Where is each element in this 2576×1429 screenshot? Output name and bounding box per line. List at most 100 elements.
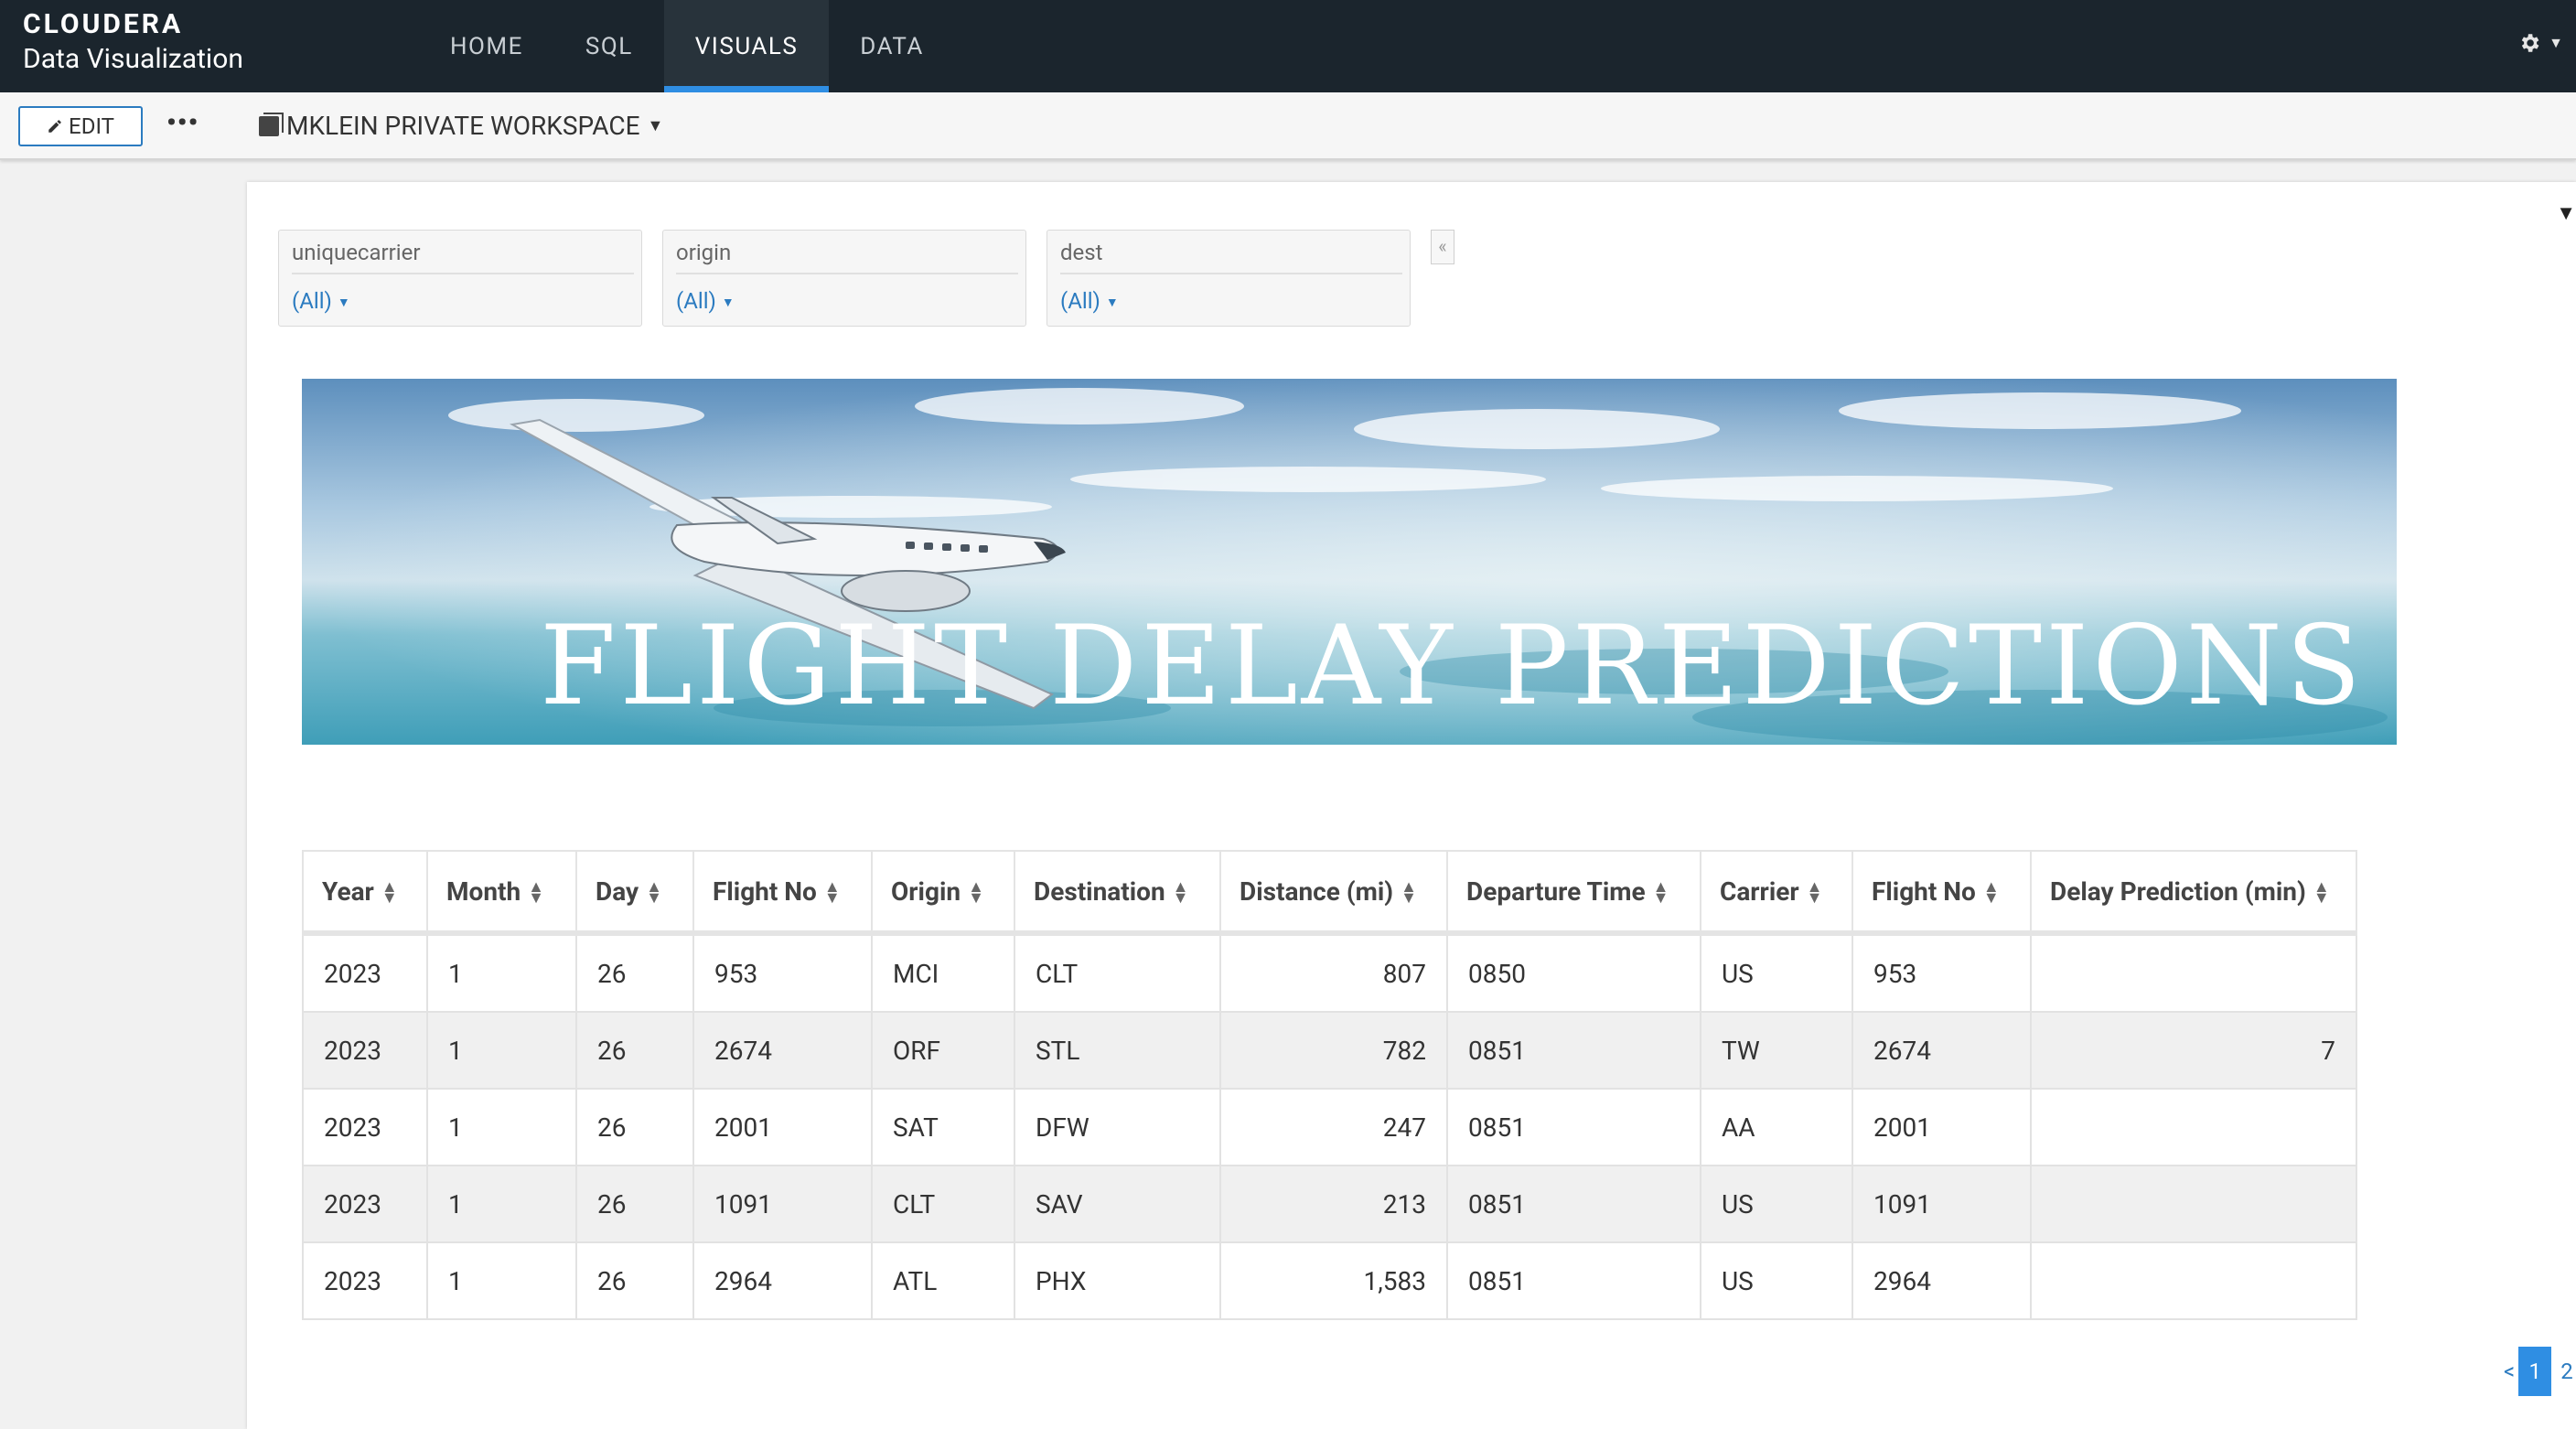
cell-departure-time: 0851 <box>1446 1165 1701 1243</box>
column-header-delay-prediction[interactable]: Delay Prediction (min) ▲ ▼ <box>2030 850 2357 936</box>
workspace-label: MKLEIN PRIVATE WORKSPACE <box>286 111 640 141</box>
column-header-origin[interactable]: Origin ▲ ▼ <box>871 850 1015 936</box>
cell-delay-prediction <box>2030 932 2357 1013</box>
nav-visuals[interactable]: VISUALS <box>663 0 830 92</box>
sort-icon: ▲ ▼ <box>1806 876 1823 908</box>
pagination-page-1[interactable]: 1 <box>2518 1347 2552 1396</box>
nav-sql[interactable]: SQL <box>554 0 664 92</box>
cell-departure-time: 0851 <box>1446 1011 1701 1090</box>
caret-down-icon: ▼ <box>721 295 735 311</box>
cell-month: 1 <box>426 1241 577 1320</box>
cell-year: 2023 <box>302 932 428 1013</box>
cell-flight-no-2: 2674 <box>1852 1011 2032 1090</box>
filter-label: dest <box>1060 240 1402 274</box>
sort-icon: ▲ ▼ <box>2313 876 2330 908</box>
dashboard-canvas: uniquecarrier (All) ▼ origin (All) ▼ dest … <box>247 182 2576 1429</box>
table-row: 2023 1 26 1091 CLT SAV 213 0851 US 1091 <box>302 1165 2357 1243</box>
column-header-departure-time[interactable]: Departure Time ▲ ▼ <box>1446 850 1701 936</box>
cell-flight-no: 1091 <box>692 1165 873 1243</box>
column-header-flight-no-2[interactable]: Flight No ▲ ▼ <box>1852 850 2032 936</box>
cell-year: 2023 <box>302 1088 428 1166</box>
table-row: 2023 1 26 2001 SAT DFW 247 0851 AA 2001 <box>302 1088 2357 1166</box>
cell-year: 2023 <box>302 1241 428 1320</box>
cell-departure-time: 0851 <box>1446 1088 1701 1166</box>
cell-origin: ATL <box>871 1241 1015 1320</box>
nav-data[interactable]: DATA <box>829 0 955 92</box>
sort-icon: ▲ ▼ <box>381 876 398 908</box>
filter-value-dropdown[interactable]: (All) ▼ <box>1060 288 1119 314</box>
cell-flight-no: 2674 <box>692 1011 873 1090</box>
filter-label: uniquecarrier <box>292 240 634 274</box>
table-row: 2023 1 26 953 MCI CLT 807 0850 US 953 <box>302 932 2357 1013</box>
cell-carrier: US <box>1700 1241 1853 1320</box>
column-header-month[interactable]: Month ▲ ▼ <box>426 850 577 936</box>
nav-home[interactable]: HOME <box>419 0 554 92</box>
workspace-selector[interactable]: MKLEIN PRIVATE WORKSPACE ▼ <box>259 111 663 141</box>
collapse-filters-button[interactable]: « <box>1431 230 1454 264</box>
brand-logo[interactable]: CLOUDERA Data Visualization <box>23 11 243 73</box>
cell-delay-prediction <box>2030 1241 2357 1320</box>
cell-distance: 807 <box>1219 932 1448 1013</box>
pagination-page-2[interactable]: 2 <box>2560 1359 2573 1384</box>
sort-icon: ▲ ▼ <box>1652 876 1669 908</box>
dashboard-toolbar: EDIT ••• MKLEIN PRIVATE WORKSPACE ▼ <box>0 92 2576 160</box>
cell-flight-no-2: 2001 <box>1852 1088 2032 1166</box>
cell-departure-time: 0851 <box>1446 1241 1701 1320</box>
filter-value: (All) <box>1060 288 1100 314</box>
column-header-flight-no[interactable]: Flight No ▲ ▼ <box>692 850 873 936</box>
main-nav: HOME SQL VISUALS DATA <box>419 0 955 92</box>
sort-icon: ▲ ▼ <box>823 876 841 908</box>
cell-day: 26 <box>575 1241 694 1320</box>
cell-flight-no: 2964 <box>692 1241 873 1320</box>
caret-down-icon: ▼ <box>1105 295 1119 311</box>
pagination-prev[interactable]: < <box>2504 1359 2515 1384</box>
sort-icon: ▲ ▼ <box>1401 876 1417 908</box>
cell-distance: 213 <box>1219 1165 1448 1243</box>
filter-value-dropdown[interactable]: (All) ▼ <box>676 288 735 314</box>
column-header-carrier[interactable]: Carrier ▲ ▼ <box>1700 850 1853 936</box>
cell-day: 26 <box>575 932 694 1013</box>
cell-month: 1 <box>426 932 577 1013</box>
cell-flight-no-2: 1091 <box>1852 1165 2032 1243</box>
cell-distance: 247 <box>1219 1088 1448 1166</box>
pencil-icon <box>48 120 61 133</box>
filter-funnel-icon[interactable]: ▼ <box>2556 201 2576 225</box>
edit-button[interactable]: EDIT <box>18 106 143 146</box>
banner-illustration: FLIGHT DELAY PREDICTIONS <box>302 379 2397 745</box>
pagination: < 1 2 <box>2504 1347 2573 1396</box>
flight-delay-banner-image: FLIGHT DELAY PREDICTIONS <box>302 379 2397 745</box>
cell-carrier: AA <box>1700 1088 1853 1166</box>
filter-value: (All) <box>676 288 716 314</box>
cell-destination: SAV <box>1014 1165 1221 1243</box>
cell-carrier: US <box>1700 1165 1853 1243</box>
cell-origin: SAT <box>871 1088 1015 1166</box>
filter-dest[interactable]: dest (All) ▼ <box>1046 230 1411 327</box>
cell-delay-prediction: 7 <box>2030 1011 2357 1090</box>
cell-origin: CLT <box>871 1165 1015 1243</box>
column-header-distance[interactable]: Distance (mi) ▲ ▼ <box>1219 850 1448 936</box>
column-header-year[interactable]: Year ▲ ▼ <box>302 850 428 936</box>
table-header-row: Year ▲ ▼ Month ▲ ▼ Day ▲ ▼ Flight No ▲ ▼ Origin ▲… <box>302 850 2357 936</box>
chevron-down-icon: ▼ <box>647 116 664 135</box>
cell-origin: ORF <box>871 1011 1015 1090</box>
filter-origin[interactable]: origin (All) ▼ <box>662 230 1026 327</box>
brand-name: CLOUDERA <box>23 8 184 40</box>
cell-carrier: TW <box>1700 1011 1853 1090</box>
cell-day: 26 <box>575 1088 694 1166</box>
cell-flight-no: 953 <box>692 932 873 1013</box>
cell-departure-time: 0850 <box>1446 932 1701 1013</box>
chevron-down-icon: ▼ <box>2549 34 2563 51</box>
settings-menu[interactable]: ▼ <box>2517 31 2563 55</box>
column-header-day[interactable]: Day ▲ ▼ <box>575 850 694 936</box>
cell-origin: MCI <box>871 932 1015 1013</box>
cell-delay-prediction <box>2030 1165 2357 1243</box>
sort-icon: ▲ ▼ <box>968 876 984 908</box>
column-header-destination[interactable]: Destination ▲ ▼ <box>1014 850 1221 936</box>
filter-label: origin <box>676 240 1018 274</box>
sort-icon: ▲ ▼ <box>646 876 662 908</box>
more-options-button[interactable]: ••• <box>166 107 199 139</box>
filter-value-dropdown[interactable]: (All) ▼ <box>292 288 350 314</box>
brand-product: Data Visualization <box>23 43 243 75</box>
filter-uniquecarrier[interactable]: uniquecarrier (All) ▼ <box>278 230 642 327</box>
cell-month: 1 <box>426 1011 577 1090</box>
